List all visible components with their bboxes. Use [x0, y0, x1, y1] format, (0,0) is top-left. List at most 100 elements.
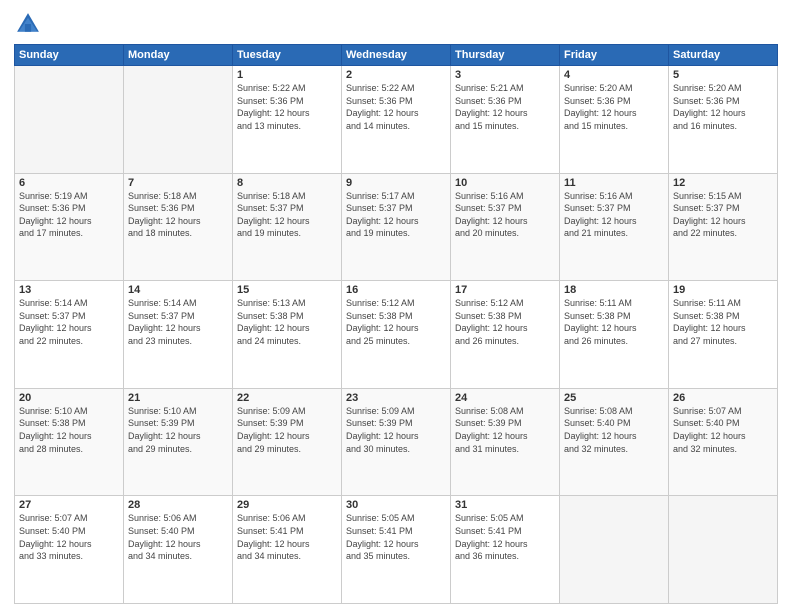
calendar-day-cell: 8Sunrise: 5:18 AM Sunset: 5:37 PM Daylig… — [233, 173, 342, 281]
calendar-day-cell: 5Sunrise: 5:20 AM Sunset: 5:36 PM Daylig… — [669, 66, 778, 174]
weekday-header-tuesday: Tuesday — [233, 45, 342, 66]
day-number: 2 — [346, 69, 446, 81]
day-info: Sunrise: 5:20 AM Sunset: 5:36 PM Dayligh… — [673, 82, 773, 132]
day-info: Sunrise: 5:09 AM Sunset: 5:39 PM Dayligh… — [237, 405, 337, 455]
day-number: 4 — [564, 69, 664, 81]
day-number: 8 — [237, 177, 337, 189]
day-number: 5 — [673, 69, 773, 81]
day-info: Sunrise: 5:05 AM Sunset: 5:41 PM Dayligh… — [455, 512, 555, 562]
calendar-day-cell: 15Sunrise: 5:13 AM Sunset: 5:38 PM Dayli… — [233, 281, 342, 389]
calendar-day-cell: 28Sunrise: 5:06 AM Sunset: 5:40 PM Dayli… — [124, 496, 233, 604]
day-number: 18 — [564, 284, 664, 296]
calendar-day-cell — [15, 66, 124, 174]
day-number: 22 — [237, 392, 337, 404]
weekday-header-saturday: Saturday — [669, 45, 778, 66]
calendar-day-cell: 25Sunrise: 5:08 AM Sunset: 5:40 PM Dayli… — [560, 388, 669, 496]
day-info: Sunrise: 5:22 AM Sunset: 5:36 PM Dayligh… — [237, 82, 337, 132]
day-info: Sunrise: 5:16 AM Sunset: 5:37 PM Dayligh… — [564, 190, 664, 240]
calendar-week-row: 1Sunrise: 5:22 AM Sunset: 5:36 PM Daylig… — [15, 66, 778, 174]
page: SundayMondayTuesdayWednesdayThursdayFrid… — [0, 0, 792, 612]
day-number: 7 — [128, 177, 228, 189]
day-number: 10 — [455, 177, 555, 189]
calendar-day-cell — [560, 496, 669, 604]
calendar-week-row: 13Sunrise: 5:14 AM Sunset: 5:37 PM Dayli… — [15, 281, 778, 389]
day-info: Sunrise: 5:06 AM Sunset: 5:41 PM Dayligh… — [237, 512, 337, 562]
day-info: Sunrise: 5:12 AM Sunset: 5:38 PM Dayligh… — [455, 297, 555, 347]
day-info: Sunrise: 5:16 AM Sunset: 5:37 PM Dayligh… — [455, 190, 555, 240]
day-number: 13 — [19, 284, 119, 296]
day-number: 23 — [346, 392, 446, 404]
calendar-day-cell — [669, 496, 778, 604]
calendar-header-row: SundayMondayTuesdayWednesdayThursdayFrid… — [15, 45, 778, 66]
day-number: 25 — [564, 392, 664, 404]
calendar-day-cell: 9Sunrise: 5:17 AM Sunset: 5:37 PM Daylig… — [342, 173, 451, 281]
day-info: Sunrise: 5:19 AM Sunset: 5:36 PM Dayligh… — [19, 190, 119, 240]
day-info: Sunrise: 5:20 AM Sunset: 5:36 PM Dayligh… — [564, 82, 664, 132]
calendar-day-cell: 13Sunrise: 5:14 AM Sunset: 5:37 PM Dayli… — [15, 281, 124, 389]
header — [14, 10, 778, 38]
weekday-header-wednesday: Wednesday — [342, 45, 451, 66]
calendar-day-cell: 23Sunrise: 5:09 AM Sunset: 5:39 PM Dayli… — [342, 388, 451, 496]
day-number: 16 — [346, 284, 446, 296]
calendar-day-cell: 24Sunrise: 5:08 AM Sunset: 5:39 PM Dayli… — [451, 388, 560, 496]
day-number: 29 — [237, 499, 337, 511]
day-info: Sunrise: 5:10 AM Sunset: 5:39 PM Dayligh… — [128, 405, 228, 455]
calendar-day-cell: 4Sunrise: 5:20 AM Sunset: 5:36 PM Daylig… — [560, 66, 669, 174]
day-number: 6 — [19, 177, 119, 189]
calendar-day-cell: 27Sunrise: 5:07 AM Sunset: 5:40 PM Dayli… — [15, 496, 124, 604]
calendar-week-row: 27Sunrise: 5:07 AM Sunset: 5:40 PM Dayli… — [15, 496, 778, 604]
day-number: 17 — [455, 284, 555, 296]
calendar-day-cell: 21Sunrise: 5:10 AM Sunset: 5:39 PM Dayli… — [124, 388, 233, 496]
day-info: Sunrise: 5:09 AM Sunset: 5:39 PM Dayligh… — [346, 405, 446, 455]
day-info: Sunrise: 5:17 AM Sunset: 5:37 PM Dayligh… — [346, 190, 446, 240]
calendar-day-cell: 19Sunrise: 5:11 AM Sunset: 5:38 PM Dayli… — [669, 281, 778, 389]
calendar-day-cell: 7Sunrise: 5:18 AM Sunset: 5:36 PM Daylig… — [124, 173, 233, 281]
day-number: 31 — [455, 499, 555, 511]
calendar-day-cell: 6Sunrise: 5:19 AM Sunset: 5:36 PM Daylig… — [15, 173, 124, 281]
calendar-day-cell: 22Sunrise: 5:09 AM Sunset: 5:39 PM Dayli… — [233, 388, 342, 496]
day-info: Sunrise: 5:14 AM Sunset: 5:37 PM Dayligh… — [19, 297, 119, 347]
day-number: 28 — [128, 499, 228, 511]
day-info: Sunrise: 5:10 AM Sunset: 5:38 PM Dayligh… — [19, 405, 119, 455]
day-number: 26 — [673, 392, 773, 404]
calendar-day-cell: 11Sunrise: 5:16 AM Sunset: 5:37 PM Dayli… — [560, 173, 669, 281]
weekday-header-sunday: Sunday — [15, 45, 124, 66]
day-number: 9 — [346, 177, 446, 189]
logo-icon — [14, 10, 42, 38]
calendar-day-cell: 1Sunrise: 5:22 AM Sunset: 5:36 PM Daylig… — [233, 66, 342, 174]
weekday-header-friday: Friday — [560, 45, 669, 66]
weekday-header-monday: Monday — [124, 45, 233, 66]
day-number: 15 — [237, 284, 337, 296]
day-info: Sunrise: 5:07 AM Sunset: 5:40 PM Dayligh… — [19, 512, 119, 562]
day-number: 11 — [564, 177, 664, 189]
day-number: 24 — [455, 392, 555, 404]
calendar-day-cell: 26Sunrise: 5:07 AM Sunset: 5:40 PM Dayli… — [669, 388, 778, 496]
calendar-day-cell: 3Sunrise: 5:21 AM Sunset: 5:36 PM Daylig… — [451, 66, 560, 174]
calendar-day-cell: 17Sunrise: 5:12 AM Sunset: 5:38 PM Dayli… — [451, 281, 560, 389]
calendar-day-cell: 31Sunrise: 5:05 AM Sunset: 5:41 PM Dayli… — [451, 496, 560, 604]
day-number: 1 — [237, 69, 337, 81]
day-info: Sunrise: 5:21 AM Sunset: 5:36 PM Dayligh… — [455, 82, 555, 132]
day-info: Sunrise: 5:08 AM Sunset: 5:40 PM Dayligh… — [564, 405, 664, 455]
calendar-table: SundayMondayTuesdayWednesdayThursdayFrid… — [14, 44, 778, 604]
calendar-day-cell: 20Sunrise: 5:10 AM Sunset: 5:38 PM Dayli… — [15, 388, 124, 496]
calendar-day-cell: 18Sunrise: 5:11 AM Sunset: 5:38 PM Dayli… — [560, 281, 669, 389]
calendar-day-cell: 10Sunrise: 5:16 AM Sunset: 5:37 PM Dayli… — [451, 173, 560, 281]
day-info: Sunrise: 5:18 AM Sunset: 5:37 PM Dayligh… — [237, 190, 337, 240]
logo — [14, 10, 46, 38]
day-info: Sunrise: 5:11 AM Sunset: 5:38 PM Dayligh… — [673, 297, 773, 347]
calendar-day-cell: 12Sunrise: 5:15 AM Sunset: 5:37 PM Dayli… — [669, 173, 778, 281]
day-number: 12 — [673, 177, 773, 189]
day-number: 20 — [19, 392, 119, 404]
calendar-week-row: 6Sunrise: 5:19 AM Sunset: 5:36 PM Daylig… — [15, 173, 778, 281]
day-number: 30 — [346, 499, 446, 511]
day-info: Sunrise: 5:14 AM Sunset: 5:37 PM Dayligh… — [128, 297, 228, 347]
day-number: 27 — [19, 499, 119, 511]
day-info: Sunrise: 5:05 AM Sunset: 5:41 PM Dayligh… — [346, 512, 446, 562]
day-info: Sunrise: 5:15 AM Sunset: 5:37 PM Dayligh… — [673, 190, 773, 240]
day-number: 3 — [455, 69, 555, 81]
calendar-day-cell: 16Sunrise: 5:12 AM Sunset: 5:38 PM Dayli… — [342, 281, 451, 389]
calendar-day-cell: 14Sunrise: 5:14 AM Sunset: 5:37 PM Dayli… — [124, 281, 233, 389]
day-number: 21 — [128, 392, 228, 404]
day-info: Sunrise: 5:13 AM Sunset: 5:38 PM Dayligh… — [237, 297, 337, 347]
